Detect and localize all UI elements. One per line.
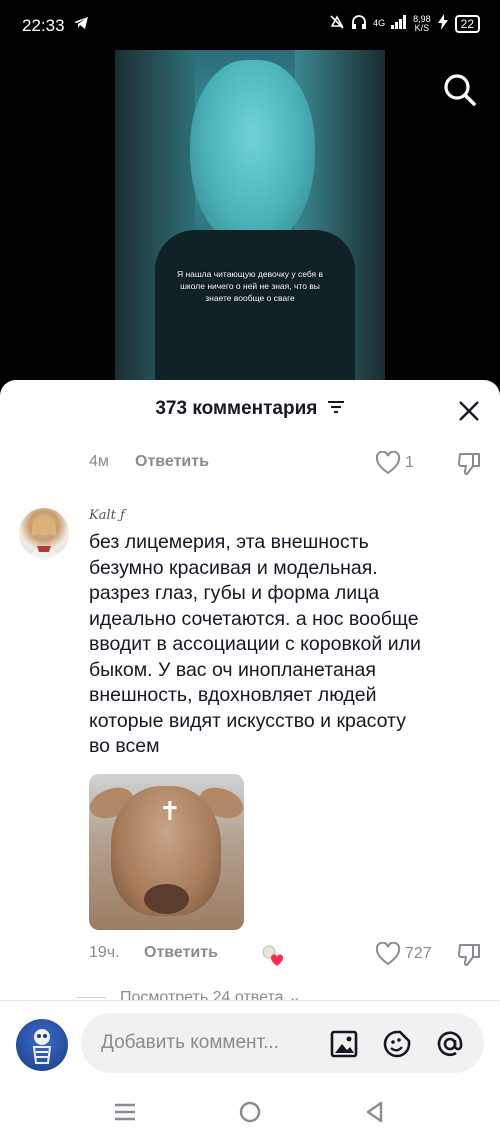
mention-icon[interactable] [435,1029,465,1059]
thumbs-down-icon [457,453,480,475]
dislike-button[interactable] [456,451,482,482]
thumbs-down-icon [457,944,480,966]
silent-icon [329,14,345,33]
reply-button[interactable]: Ответить [144,944,218,962]
previous-comment-meta: 4м Ответить 1 [0,451,500,475]
comment-input-bar [0,1000,500,1085]
close-button[interactable] [458,400,480,422]
heart-icon [375,942,401,966]
search-icon [444,74,476,106]
commenter-username[interactable]: Kalt ƒ [89,508,125,523]
battery-level: 22 [454,14,480,33]
comment-time: 4м [89,453,109,470]
reply-button[interactable]: Ответить [135,453,209,471]
like-button[interactable]: 1 [375,451,414,475]
comment-attached-image[interactable]: ✝ [89,774,244,930]
video-caption: Я нашла читающую девочку у себя в школе … [176,269,324,303]
heart-icon [375,451,401,475]
creator-liked-icon [260,944,286,968]
dislike-button[interactable] [456,942,482,973]
comment-text: без лицемерия, эта внешность безумно кра… [89,531,421,757]
video-frame-part [190,60,315,250]
image-attach-icon[interactable] [329,1029,359,1059]
status-icons: 4G 8,98 K/S 22 [329,14,480,33]
sort-filter-icon[interactable] [327,398,345,420]
telegram-icon [73,16,89,35]
replies-divider [76,997,106,998]
comment-input-pill [81,1013,484,1073]
comments-count-title: 373 комментария [155,398,318,420]
video-player[interactable]: Я нашла читающую девочку у себя в школе … [115,50,385,380]
comment-input[interactable] [101,1027,321,1059]
home-circle-icon [239,1101,261,1123]
menu-icon [115,1103,135,1121]
network-type: 4G [373,18,386,28]
my-avatar[interactable] [16,1019,68,1071]
comment-meta: 19ч. Ответить 727 [0,942,500,966]
search-button[interactable] [442,72,478,108]
close-icon [459,401,479,421]
status-bar: 22:33 4G 8,98 K/S 22 [0,0,500,50]
video-frame-part [155,230,355,380]
like-count: 1 [405,454,414,471]
like-count: 727 [405,945,432,962]
emoji-icon[interactable] [382,1029,412,1059]
comments-header: 373 комментария [0,398,500,420]
back-triangle-icon [366,1101,383,1123]
image-part: ✝ [159,796,181,826]
view-replies-label: Посмотреть 24 ответа [120,989,284,1000]
speed-unit: K/S [414,22,430,33]
bolt-icon [437,14,449,33]
view-replies-button[interactable]: Посмотреть 24 ответа ⌄ [120,987,301,1000]
image-part [144,884,189,914]
back-nav-button[interactable] [362,1099,388,1125]
like-button[interactable]: 727 [375,942,432,966]
signal-icon [391,15,407,32]
headphones-icon [351,14,367,33]
menu-nav-button[interactable] [112,1099,138,1125]
network-speed: 8,98 K/S [413,14,431,33]
commenter-avatar[interactable] [19,508,69,558]
chevron-down-icon: ⌄ [287,989,302,1000]
status-time: 22:33 [22,16,65,35]
comment-time: 19ч. [89,944,120,961]
home-nav-button[interactable] [237,1099,263,1125]
system-nav-bar [0,1085,500,1139]
comments-sheet: 373 комментария 4м Ответить 1 Kalt ƒ без… [0,380,500,1000]
